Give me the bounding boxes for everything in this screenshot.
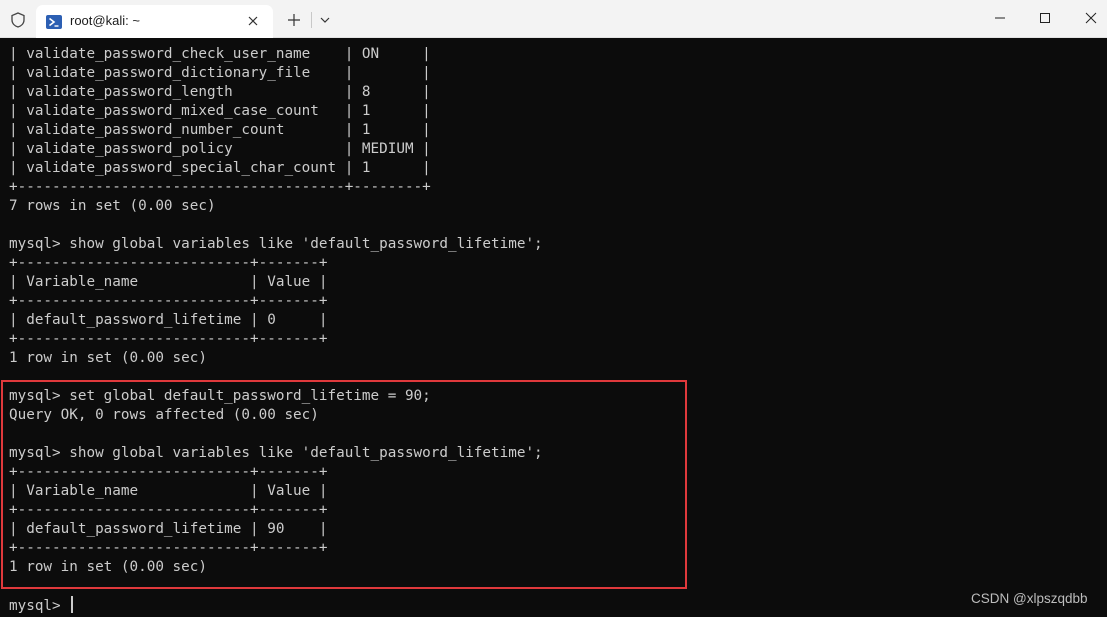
- terminal-line: +--------------------------------------+…: [9, 179, 431, 195]
- minimize-icon: [995, 17, 1005, 19]
- terminal-line: +---------------------------+-------+: [9, 331, 328, 347]
- terminal-line: | validate_password_length | 8 |: [9, 84, 431, 100]
- close-icon: [1085, 12, 1097, 24]
- terminal-line: | validate_password_mixed_case_count | 1…: [9, 103, 431, 119]
- shield-icon[interactable]: [9, 11, 27, 29]
- tab-title: root@kali: ~: [70, 13, 140, 28]
- close-window-button[interactable]: [1068, 0, 1107, 36]
- terminal-line: | validate_password_special_char_count |…: [9, 160, 431, 176]
- terminal-line: 7 rows in set (0.00 sec): [9, 198, 216, 214]
- terminal-line: 1 row in set (0.00 sec): [9, 350, 207, 366]
- tab-separator: [311, 12, 312, 28]
- tab-terminal[interactable]: root@kali: ~: [36, 5, 273, 38]
- prompt-line[interactable]: mysql>: [9, 596, 74, 615]
- terminal-line: +---------------------------+-------+: [9, 255, 328, 271]
- terminal-line: | Variable_name | Value |: [9, 274, 328, 290]
- title-bar: root@kali: ~: [0, 0, 1107, 38]
- chevron-down-icon[interactable]: [316, 11, 334, 29]
- close-icon[interactable]: [244, 12, 262, 30]
- powershell-icon: [46, 14, 62, 29]
- highlight-box: [1, 380, 687, 589]
- maximize-button[interactable]: [1022, 0, 1068, 36]
- text-cursor: [71, 596, 74, 613]
- minimize-button[interactable]: [977, 0, 1023, 36]
- plus-icon[interactable]: [285, 11, 303, 29]
- terminal-line: mysql> show global variables like 'defau…: [9, 236, 543, 252]
- terminal-output[interactable]: | validate_password_check_user_name | ON…: [0, 38, 1107, 617]
- terminal-line: | validate_password_check_user_name | ON…: [9, 46, 431, 62]
- terminal-line: | validate_password_dictionary_file | |: [9, 65, 431, 81]
- terminal-line: | validate_password_policy | MEDIUM |: [9, 141, 431, 157]
- terminal-line: | default_password_lifetime | 0 |: [9, 312, 328, 328]
- prompt-text: mysql>: [9, 598, 70, 614]
- watermark: CSDN @xlpszqdbb: [971, 591, 1088, 606]
- maximize-icon: [1040, 13, 1050, 23]
- terminal-line: | validate_password_number_count | 1 |: [9, 122, 431, 138]
- terminal-line: +---------------------------+-------+: [9, 293, 328, 309]
